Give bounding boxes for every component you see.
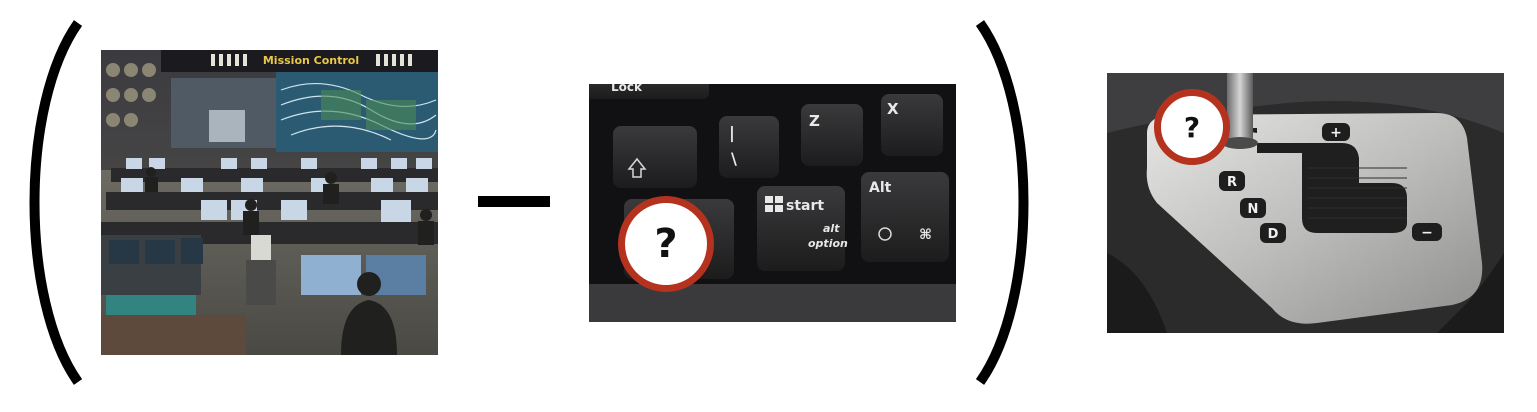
left-parenthesis <box>29 20 83 385</box>
control-room-sign: Mission Control <box>263 54 359 67</box>
question-marker-shifter: ? <box>1154 89 1230 165</box>
key-lock-label: Lock <box>611 84 643 94</box>
gear-minus-label: − <box>1421 225 1433 241</box>
key-x-label: X <box>887 100 899 118</box>
control-room-illustration: Mission Control <box>101 50 438 355</box>
question-marker-keyboard: ? <box>618 196 714 292</box>
key-alt-label: Alt <box>869 180 892 196</box>
key-start-alt-label: alt <box>823 222 840 235</box>
gear-d-label: D <box>1268 227 1279 242</box>
photo-control-room: Mission Control <box>101 50 438 355</box>
key-start-label: start <box>786 198 824 214</box>
question-marker-keyboard-text: ? <box>654 221 678 267</box>
key-backslash-shift-label: | <box>729 123 735 143</box>
gear-n-label: N <box>1248 202 1259 217</box>
gear-r-label: R <box>1227 175 1237 190</box>
key-z-label: Z <box>809 112 820 130</box>
right-parenthesis <box>975 20 1029 385</box>
key-backslash-label: \ <box>731 149 737 168</box>
key-cmd-label: ⌘ <box>919 227 932 243</box>
question-marker-shifter-text: ? <box>1183 110 1201 144</box>
gear-plus-label: + <box>1330 125 1342 141</box>
key-start-option-label: option <box>808 237 848 250</box>
minus-operator <box>478 196 550 207</box>
